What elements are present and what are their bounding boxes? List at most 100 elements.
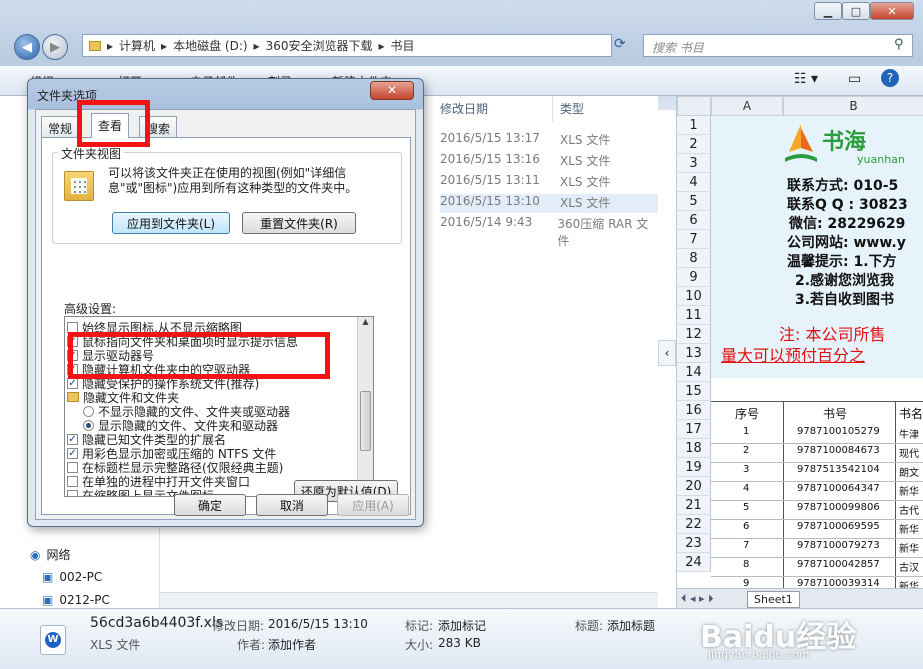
table-cell: 9787100064347: [797, 483, 880, 494]
tab-view[interactable]: 查看: [91, 113, 130, 138]
view-icon[interactable]: ☷ ▾: [794, 71, 818, 87]
row-number: 8: [677, 249, 711, 268]
group-title: 文件夹视图: [58, 145, 125, 162]
author-value[interactable]: 添加作者: [268, 636, 316, 653]
table-cell: 1: [743, 426, 750, 437]
radio-icon: [83, 405, 94, 417]
row-number: 19: [677, 458, 711, 477]
table-cell: 牛津: [899, 430, 919, 441]
sheet-tab[interactable]: Sheet1: [747, 591, 800, 608]
watermark-sub: jingyan.baidu.com: [708, 648, 810, 661]
table-cell: 朗文: [899, 468, 919, 479]
table-cell: 现代: [899, 449, 919, 460]
breadcrumb-0[interactable]: 计算机: [119, 37, 155, 54]
row-number: 6: [677, 211, 711, 230]
search-icon[interactable]: ⚲: [894, 37, 904, 52]
breadcrumb-3[interactable]: 书目: [391, 37, 415, 54]
horizontal-scrollbar[interactable]: [160, 592, 658, 608]
radio-icon: [83, 419, 94, 431]
table-cell: 古代: [899, 506, 919, 517]
logo-sub: yuanhan: [857, 153, 905, 166]
computer-icon: ▣: [42, 570, 54, 584]
row-number: 24: [677, 553, 711, 572]
network-icon: ◉: [30, 547, 41, 562]
title-value[interactable]: 添加标题: [607, 617, 655, 634]
settings-scrollbar[interactable]: ▲ ▼: [357, 317, 373, 496]
file-row[interactable]: 2016/5/14 9:43 360压缩 RAR 文件: [440, 215, 658, 248]
refresh-icon[interactable]: ⟳: [614, 36, 626, 52]
close-button[interactable]: ✕: [870, 2, 914, 20]
size-label: 大小:: [405, 638, 434, 652]
computer-icon: ▣: [42, 593, 54, 607]
checkbox-empty-icon: [67, 321, 78, 333]
modified-value: 2016/5/15 13:10: [268, 617, 368, 631]
sheet-tabs-bar: ⏴ ◂ ▸ ⏵ Sheet1: [677, 588, 923, 608]
row-number: 9: [677, 268, 711, 287]
table-cell: 古汉: [899, 563, 919, 574]
checkbox-empty-icon: [67, 489, 78, 496]
contact-line: 联系方式: 010-5: [787, 178, 899, 194]
table-cell: 9787100105279: [797, 426, 880, 437]
file-row[interactable]: 2016/5/15 13:11 XLS 文件: [440, 173, 658, 192]
row-number: 3: [677, 154, 711, 173]
table-cell: 5: [743, 502, 750, 513]
col-header-a: A: [711, 96, 783, 116]
apply-button[interactable]: 应用(A): [337, 494, 409, 516]
details-filetype: XLS 文件: [90, 638, 141, 652]
file-row-selected[interactable]: 2016/5/15 13:10 XLS 文件: [440, 194, 658, 213]
table-cell: 9787100099806: [797, 502, 880, 513]
column-type[interactable]: 类型: [560, 100, 584, 117]
dialog-close-button[interactable]: ✕: [370, 81, 414, 100]
logo-text: 书海: [822, 130, 867, 155]
table-head-title: 书名: [899, 407, 923, 421]
help-icon[interactable]: ?: [881, 69, 899, 87]
wechat-line: 微信: 28229629: [789, 216, 906, 232]
table-cell: 新华: [899, 487, 919, 498]
advanced-label: 高级设置:: [64, 302, 117, 316]
table-cell: 新华: [899, 525, 919, 536]
cancel-button[interactable]: 取消: [256, 494, 328, 516]
back-button[interactable]: ◀: [14, 34, 40, 60]
table-cell: 9787100079273: [797, 540, 880, 551]
view-tab-panel: 文件夹视图 可以将该文件夹正在使用的视图(例如"详细信息"或"图标")应用到所有…: [41, 137, 411, 515]
breadcrumb-1[interactable]: 本地磁盘 (D:): [173, 37, 247, 54]
search-input[interactable]: 搜索 书目: [643, 34, 913, 57]
preview-pane-icon[interactable]: ▭: [848, 71, 861, 87]
path-sep-icon: ▸: [107, 38, 114, 53]
minimize-button[interactable]: ▁: [814, 2, 842, 20]
row-number: 23: [677, 534, 711, 553]
nav-pc-002[interactable]: ▣ 002-PC: [42, 570, 102, 584]
file-row[interactable]: 2016/5/15 13:17 XLS 文件: [440, 131, 658, 150]
tip-line-1: 温馨提示: 1.下方: [787, 254, 897, 270]
row-number: 7: [677, 230, 711, 249]
table-head-index: 序号: [735, 407, 760, 421]
row-number: 21: [677, 496, 711, 515]
sheet-nav-icon[interactable]: ⏴ ◂ ▸ ⏵: [681, 592, 714, 606]
tag-value[interactable]: 添加标记: [438, 617, 486, 634]
row-number: 5: [677, 192, 711, 211]
forward-button[interactable]: ▶: [42, 34, 68, 60]
logo-icon: [783, 122, 819, 166]
row-number: 14: [677, 363, 711, 382]
tab-general[interactable]: 常规: [41, 116, 80, 138]
reset-folders-button[interactable]: 重置文件夹(R): [242, 212, 356, 234]
apply-to-folders-button[interactable]: 应用到文件夹(L): [112, 212, 230, 234]
row-number: 16: [677, 401, 711, 420]
table-cell: 9787100069595: [797, 521, 880, 532]
note-line-2: 量大可以预付百分之: [721, 346, 866, 365]
row-number: 13: [677, 344, 711, 363]
details-filename: 56cd3a6b4403f.xls: [90, 615, 224, 631]
collapse-preview-icon[interactable]: ‹: [658, 340, 676, 366]
file-row[interactable]: 2016/5/15 13:16 XLS 文件: [440, 152, 658, 171]
nav-network[interactable]: ◉ 网络: [30, 546, 71, 563]
breadcrumb-2[interactable]: 360安全浏览器下载: [266, 37, 373, 54]
modified-label: 修改日期:: [212, 619, 265, 633]
nav-pc-0212[interactable]: ▣ 0212-PC: [42, 593, 110, 607]
address-bar[interactable]: ▸ 计算机 ▸ 本地磁盘 (D:) ▸ 360安全浏览器下载 ▸ 书目: [82, 34, 612, 57]
table-cell: 9787513542104: [797, 464, 880, 475]
column-date[interactable]: 修改日期: [440, 100, 488, 117]
file-type-icon: W: [40, 625, 66, 655]
ok-button[interactable]: 确定: [174, 494, 246, 516]
col-header-b: B: [783, 96, 923, 116]
maximize-button[interactable]: □: [842, 2, 870, 20]
